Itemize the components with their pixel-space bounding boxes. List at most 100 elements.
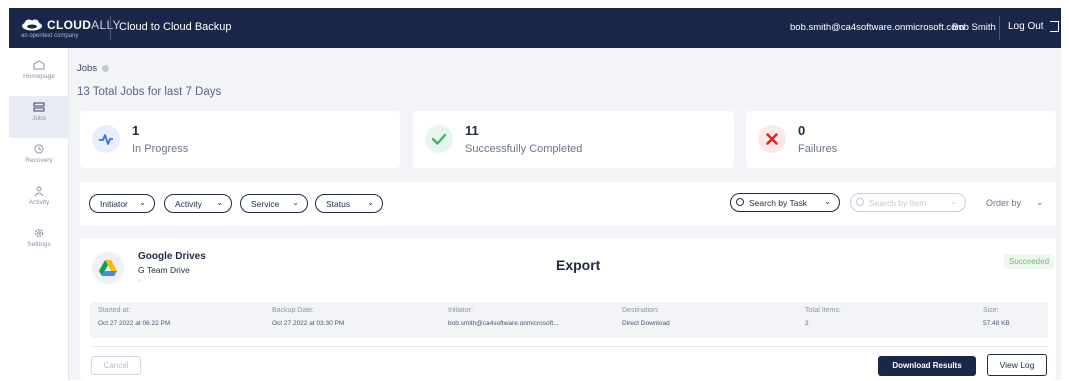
sidebar-item-label: Recovery bbox=[25, 157, 53, 164]
detail-size: Size: 57.48 KB bbox=[983, 307, 1010, 327]
logout-button[interactable]: Log Out bbox=[1008, 21, 1060, 33]
chevron-down-icon: ⌄ bbox=[824, 197, 831, 206]
service-avatar bbox=[92, 252, 124, 284]
filter-bar: Initiator ⌄ Activity ⌄ Service ⌄ Status ⌄ Se… bbox=[80, 182, 1056, 226]
stat-card-completed[interactable]: 11 Successfully Completed bbox=[413, 111, 734, 168]
activity-filter[interactable]: Activity ⌄ bbox=[164, 194, 232, 213]
detail-value: 2 bbox=[805, 320, 809, 327]
filter-label: Activity bbox=[175, 199, 202, 209]
detail-label: Destination: bbox=[622, 307, 659, 314]
search-by-item[interactable]: Search by Item ⌄ bbox=[850, 193, 966, 212]
jobs-icon bbox=[33, 102, 45, 112]
divider bbox=[90, 346, 1048, 347]
filter-label: Service bbox=[251, 199, 280, 209]
logo-text-light: ALLY bbox=[91, 18, 121, 32]
stat-card-in-progress[interactable]: 1 In Progress bbox=[80, 111, 400, 168]
status-filter[interactable]: Status ⌄ bbox=[315, 194, 383, 213]
chevron-down-icon: ⌄ bbox=[292, 198, 299, 207]
check-icon bbox=[431, 133, 447, 145]
detail-initiator: Initiator: bob.smith@ca4software.onmicro… bbox=[448, 307, 559, 327]
logo-text-bold: CLOUD bbox=[47, 18, 92, 32]
x-icon bbox=[766, 133, 778, 145]
sidebar-item-jobs[interactable]: Jobs bbox=[9, 96, 69, 138]
sidebar-item-recovery[interactable]: Recovery bbox=[9, 138, 69, 180]
chevron-down-icon: ⌄ bbox=[216, 198, 223, 207]
top-bar: CLOUDALLY an opentext company Cloud to C… bbox=[9, 8, 1061, 48]
activity-icon bbox=[34, 186, 44, 196]
google-drive-icon bbox=[99, 260, 117, 276]
recovery-icon bbox=[34, 144, 44, 154]
sidebar-item-homepage[interactable]: Homepage bbox=[9, 54, 69, 96]
filter-label: Status bbox=[326, 199, 351, 209]
detail-started-at: Started at: Oct 27 2022 at 06:22 PM bbox=[98, 307, 170, 327]
cloudally-logo[interactable]: CLOUDALLY an opentext company bbox=[21, 16, 121, 40]
stat-count: 0 bbox=[798, 123, 806, 138]
info-icon[interactable] bbox=[102, 64, 110, 72]
logout-label: Log Out bbox=[1008, 21, 1044, 33]
stat-count: 11 bbox=[465, 123, 479, 138]
job-type: Export bbox=[556, 257, 601, 273]
stat-count: 1 bbox=[132, 123, 140, 138]
search-task-placeholder: Search by Task bbox=[749, 198, 807, 208]
detail-value: Direct Download bbox=[622, 320, 670, 327]
sidebar-item-settings[interactable]: Settings bbox=[9, 222, 69, 264]
detail-total-items: Total Items: 2 bbox=[805, 307, 841, 327]
search-icon bbox=[856, 198, 864, 206]
search-icon bbox=[736, 198, 744, 206]
job-account-name: G Team Drive bbox=[138, 265, 190, 275]
home-icon bbox=[33, 60, 45, 70]
sidebar-item-label: Activity bbox=[28, 199, 50, 206]
chevron-down-icon: ⌄ bbox=[950, 197, 957, 206]
search-by-task[interactable]: Search by Task ⌄ bbox=[730, 193, 840, 212]
sidebar: Homepage Jobs Recovery Activity Settings bbox=[9, 48, 69, 380]
topbar-divider bbox=[110, 16, 111, 40]
page-title: Jobs bbox=[77, 63, 98, 74]
chevron-down-icon[interactable]: ⌄ bbox=[1036, 197, 1044, 208]
logo-subtitle: an opentext company bbox=[21, 33, 79, 39]
stat-label: Failures bbox=[798, 143, 838, 155]
download-results-button[interactable]: Download Results bbox=[878, 356, 976, 376]
user-name[interactable]: Bob Smith bbox=[952, 22, 996, 33]
order-by-label[interactable]: Order by bbox=[986, 198, 1021, 208]
gear-icon bbox=[34, 228, 44, 238]
cloud-logo-icon bbox=[22, 19, 42, 31]
sidebar-item-label: Settings bbox=[27, 241, 51, 248]
job-service-name: Google Drives bbox=[138, 251, 206, 262]
detail-backup-date: Backup Date: Oct 27 2022 at 03:30 PM bbox=[272, 307, 344, 327]
search-item-placeholder: Search by Item bbox=[869, 198, 927, 208]
chevron-down-icon: ⌄ bbox=[367, 198, 374, 207]
logout-icon bbox=[1050, 21, 1060, 32]
detail-label: Backup Date: bbox=[272, 307, 315, 314]
detail-value: Oct 27 2022 at 06:22 PM bbox=[98, 320, 171, 327]
user-email: bob.smith@ca4software.onmicrosoft.com bbox=[790, 22, 965, 33]
chevron-down-icon: ⌄ bbox=[139, 198, 146, 207]
status-badge: Succeeded bbox=[1004, 254, 1055, 269]
app-window: CLOUDALLY an opentext company Cloud to C… bbox=[9, 8, 1061, 380]
detail-label: Total Items: bbox=[805, 307, 841, 314]
job-card: Google Drives G Team Drive - Export Succ… bbox=[80, 238, 1056, 380]
sidebar-item-label: Homepage bbox=[23, 73, 55, 80]
pulse-icon bbox=[99, 134, 113, 145]
detail-value: Oct 27 2022 at 03:30 PM bbox=[272, 320, 345, 327]
view-log-button[interactable]: View Log bbox=[987, 354, 1047, 376]
stat-label: In Progress bbox=[132, 143, 189, 155]
topbar-divider bbox=[999, 16, 1000, 40]
stat-card-failures[interactable]: 0 Failures bbox=[746, 111, 1056, 168]
detail-label: Size: bbox=[983, 307, 999, 314]
detail-value: 57.48 KB bbox=[983, 320, 1010, 327]
job-account-detail: - bbox=[138, 278, 140, 284]
service-filter[interactable]: Service ⌄ bbox=[240, 194, 308, 213]
sidebar-item-activity[interactable]: Activity bbox=[9, 180, 69, 222]
filter-label: Initiator bbox=[100, 199, 128, 209]
jobs-summary: 13 Total Jobs for last 7 Days bbox=[77, 86, 222, 98]
job-details: Started at: Oct 27 2022 at 06:22 PM Back… bbox=[90, 302, 1048, 338]
detail-value: bob.smith@ca4software.onmicrosoft... bbox=[448, 320, 559, 327]
detail-destination: Destination: Direct Download bbox=[622, 307, 670, 327]
sidebar-item-label: Jobs bbox=[32, 115, 46, 122]
detail-label: Started at: bbox=[98, 307, 131, 314]
app-title: Cloud to Cloud Backup bbox=[119, 21, 232, 33]
initiator-filter[interactable]: Initiator ⌄ bbox=[89, 194, 155, 213]
detail-label: Initiator: bbox=[448, 307, 473, 314]
breadcrumb: Jobs bbox=[77, 63, 110, 74]
cancel-button[interactable]: Cancel bbox=[91, 356, 141, 375]
